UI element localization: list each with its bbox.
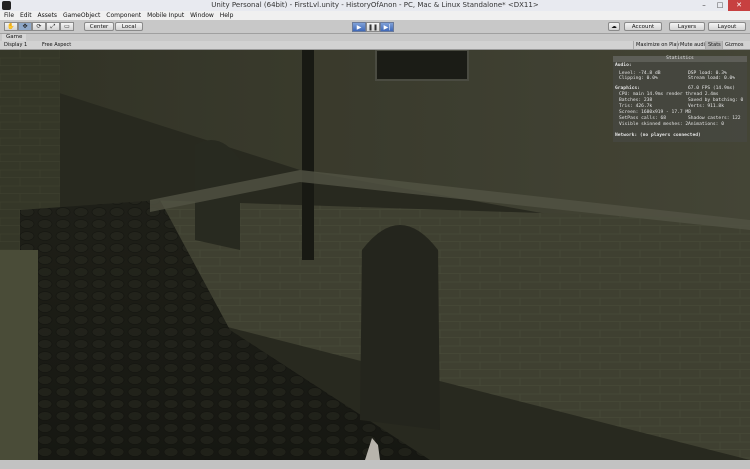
stats-audio-label: Audio: bbox=[615, 63, 632, 68]
stats-setpass: SetPass calls: 68 bbox=[619, 116, 667, 121]
game-tab-strip: Game bbox=[0, 34, 750, 41]
maximize-button[interactable]: □ bbox=[712, 0, 728, 11]
stats-tris: Tris: 426.7k bbox=[619, 104, 653, 109]
stats-skinned: Visible skinned meshes: 2 bbox=[619, 122, 689, 127]
scale-icon[interactable]: ⤢ bbox=[46, 22, 60, 31]
menu-help[interactable]: Help bbox=[220, 12, 234, 19]
layout-dropdown[interactable]: Layout bbox=[708, 22, 746, 31]
menu-component[interactable]: Component bbox=[106, 12, 141, 19]
window-title: Unity Personal (64bit) - FirstLvl.unity … bbox=[211, 1, 539, 9]
display-dropdown[interactable]: Display 1 bbox=[4, 41, 27, 49]
layers-dropdown[interactable]: Layers bbox=[669, 22, 705, 31]
minimize-button[interactable]: – bbox=[696, 0, 712, 11]
stats-graphics-label: Graphics: bbox=[615, 86, 640, 91]
stats-batches: Batches: 238 bbox=[619, 98, 653, 103]
aspect-dropdown[interactable]: Free Aspect bbox=[42, 41, 112, 49]
stats-title: Statistics bbox=[613, 56, 747, 62]
game-viewport[interactable]: Statistics Audio: Level: -74.8 dB Clippi… bbox=[0, 50, 750, 460]
stats-shadow-casters: Shadow casters: 122 bbox=[688, 116, 741, 121]
menu-mobile-input[interactable]: Mobile Input bbox=[147, 12, 184, 19]
play-controls: ▶ ❚❚ ▶| bbox=[352, 22, 394, 32]
stats-animations: Animations: 0 bbox=[688, 122, 724, 127]
menu-gameobject[interactable]: GameObject bbox=[63, 12, 100, 19]
tab-game[interactable]: Game bbox=[2, 34, 27, 41]
stats-clipping: Clipping: 0.0% bbox=[619, 76, 658, 81]
stats-cpu: CPU: main 14.9ms render thread 2.4ms bbox=[619, 92, 719, 97]
pause-button[interactable]: ❚❚ bbox=[366, 22, 380, 32]
stats-stream-load: Stream load: 0.0% bbox=[688, 76, 736, 81]
space-toggle[interactable]: Local bbox=[115, 22, 143, 31]
step-button[interactable]: ▶| bbox=[380, 22, 394, 32]
hand-icon[interactable]: ✋ bbox=[4, 22, 18, 31]
main-toolbar: ✋ ✥ ⟳ ⤢ ▭ Center Local ▶ ❚❚ ▶| ☁ Account… bbox=[0, 20, 750, 34]
game-view-toolbar: Display 1 Free Aspect Maximize on Play M… bbox=[0, 41, 750, 50]
menu-file[interactable]: File bbox=[4, 12, 14, 19]
stats-screen: Screen: 1680x919 - 17.7 MB bbox=[619, 110, 691, 115]
gizmos-dropdown[interactable]: Gizmos bbox=[722, 41, 745, 49]
pivot-toggle[interactable]: Center bbox=[84, 22, 114, 31]
stats-saved-batching: Saved by batching: 0 bbox=[688, 98, 744, 103]
cloud-icon[interactable]: ☁ bbox=[608, 22, 620, 31]
account-dropdown[interactable]: Account bbox=[624, 22, 662, 31]
menu-assets[interactable]: Assets bbox=[38, 12, 58, 19]
transform-tools: ✋ ✥ ⟳ ⤢ ▭ bbox=[4, 22, 74, 31]
play-button[interactable]: ▶ bbox=[352, 22, 366, 32]
stats-panel: Statistics Audio: Level: -74.8 dB Clippi… bbox=[613, 56, 747, 142]
stats-fps: 67.0 FPS (14.9ms) bbox=[688, 86, 736, 91]
status-bar bbox=[0, 460, 750, 469]
stats-toggle[interactable]: Stats bbox=[705, 41, 723, 49]
menu-bar: File Edit Assets GameObject Component Mo… bbox=[0, 11, 750, 20]
move-icon[interactable]: ✥ bbox=[18, 22, 32, 31]
rotate-icon[interactable]: ⟳ bbox=[32, 22, 46, 31]
rect-icon[interactable]: ▭ bbox=[60, 22, 74, 31]
stats-verts: Verts: 911.8k bbox=[688, 104, 724, 109]
maximize-on-play-toggle[interactable]: Maximize on Play bbox=[633, 41, 682, 49]
menu-window[interactable]: Window bbox=[190, 12, 214, 19]
stats-network: Network: (no players connected) bbox=[615, 133, 701, 138]
close-button[interactable]: ✕ bbox=[728, 0, 750, 11]
menu-edit[interactable]: Edit bbox=[20, 12, 32, 19]
